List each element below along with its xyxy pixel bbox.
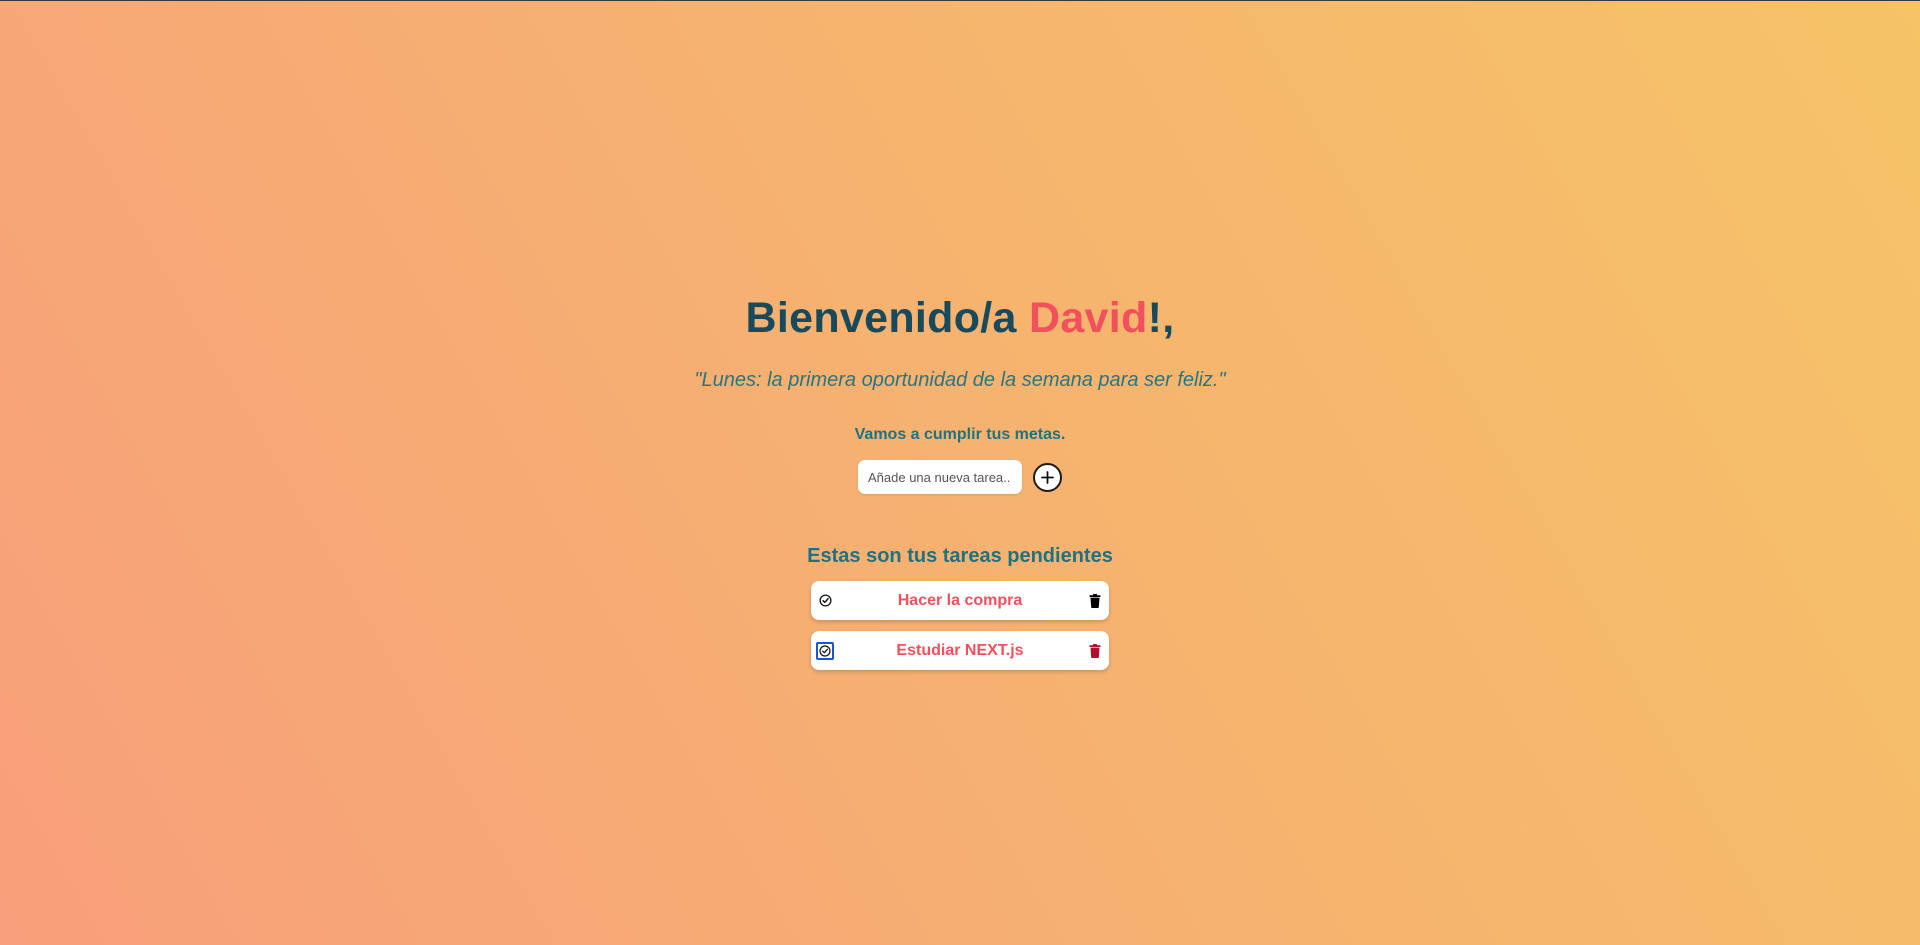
- greeting-text: Bienvenido/a: [745, 294, 1029, 342]
- check-circle-icon: [818, 594, 832, 607]
- welcome-title: Bienvenido/a David!,: [746, 293, 1175, 343]
- add-task-form: [858, 460, 1062, 494]
- trash-icon: [1089, 643, 1101, 658]
- add-task-button[interactable]: [1033, 462, 1062, 492]
- daily-quote: "Lunes: la primera oportunidad de la sem…: [694, 369, 1226, 391]
- delete-task-button[interactable]: [1086, 592, 1104, 610]
- new-task-input[interactable]: [858, 460, 1022, 494]
- trash-icon: [1089, 593, 1101, 608]
- greeting-suffix: !,: [1147, 294, 1175, 342]
- plus-icon: [1041, 470, 1054, 484]
- complete-task-button[interactable]: [816, 592, 834, 610]
- complete-task-button[interactable]: [816, 641, 834, 660]
- task-item: Estudiar NEXT.js: [811, 631, 1109, 670]
- task-list: Hacer la compra Estudiar NEXT.js: [811, 581, 1109, 670]
- motto-text: Vamos a cumplir tus metas.: [854, 426, 1066, 443]
- task-item: Hacer la compra: [811, 581, 1109, 620]
- delete-task-button[interactable]: [1086, 642, 1104, 660]
- user-name: David: [1028, 294, 1148, 342]
- task-text: Estudiar NEXT.js: [896, 641, 1024, 659]
- check-circle-icon: [819, 644, 831, 657]
- task-text: Hacer la compra: [897, 591, 1023, 609]
- pending-tasks-title: Estas son tus tareas pendientes: [807, 545, 1113, 567]
- main-container: Bienvenido/a David!, "Lunes: la primera …: [0, 1, 1920, 670]
